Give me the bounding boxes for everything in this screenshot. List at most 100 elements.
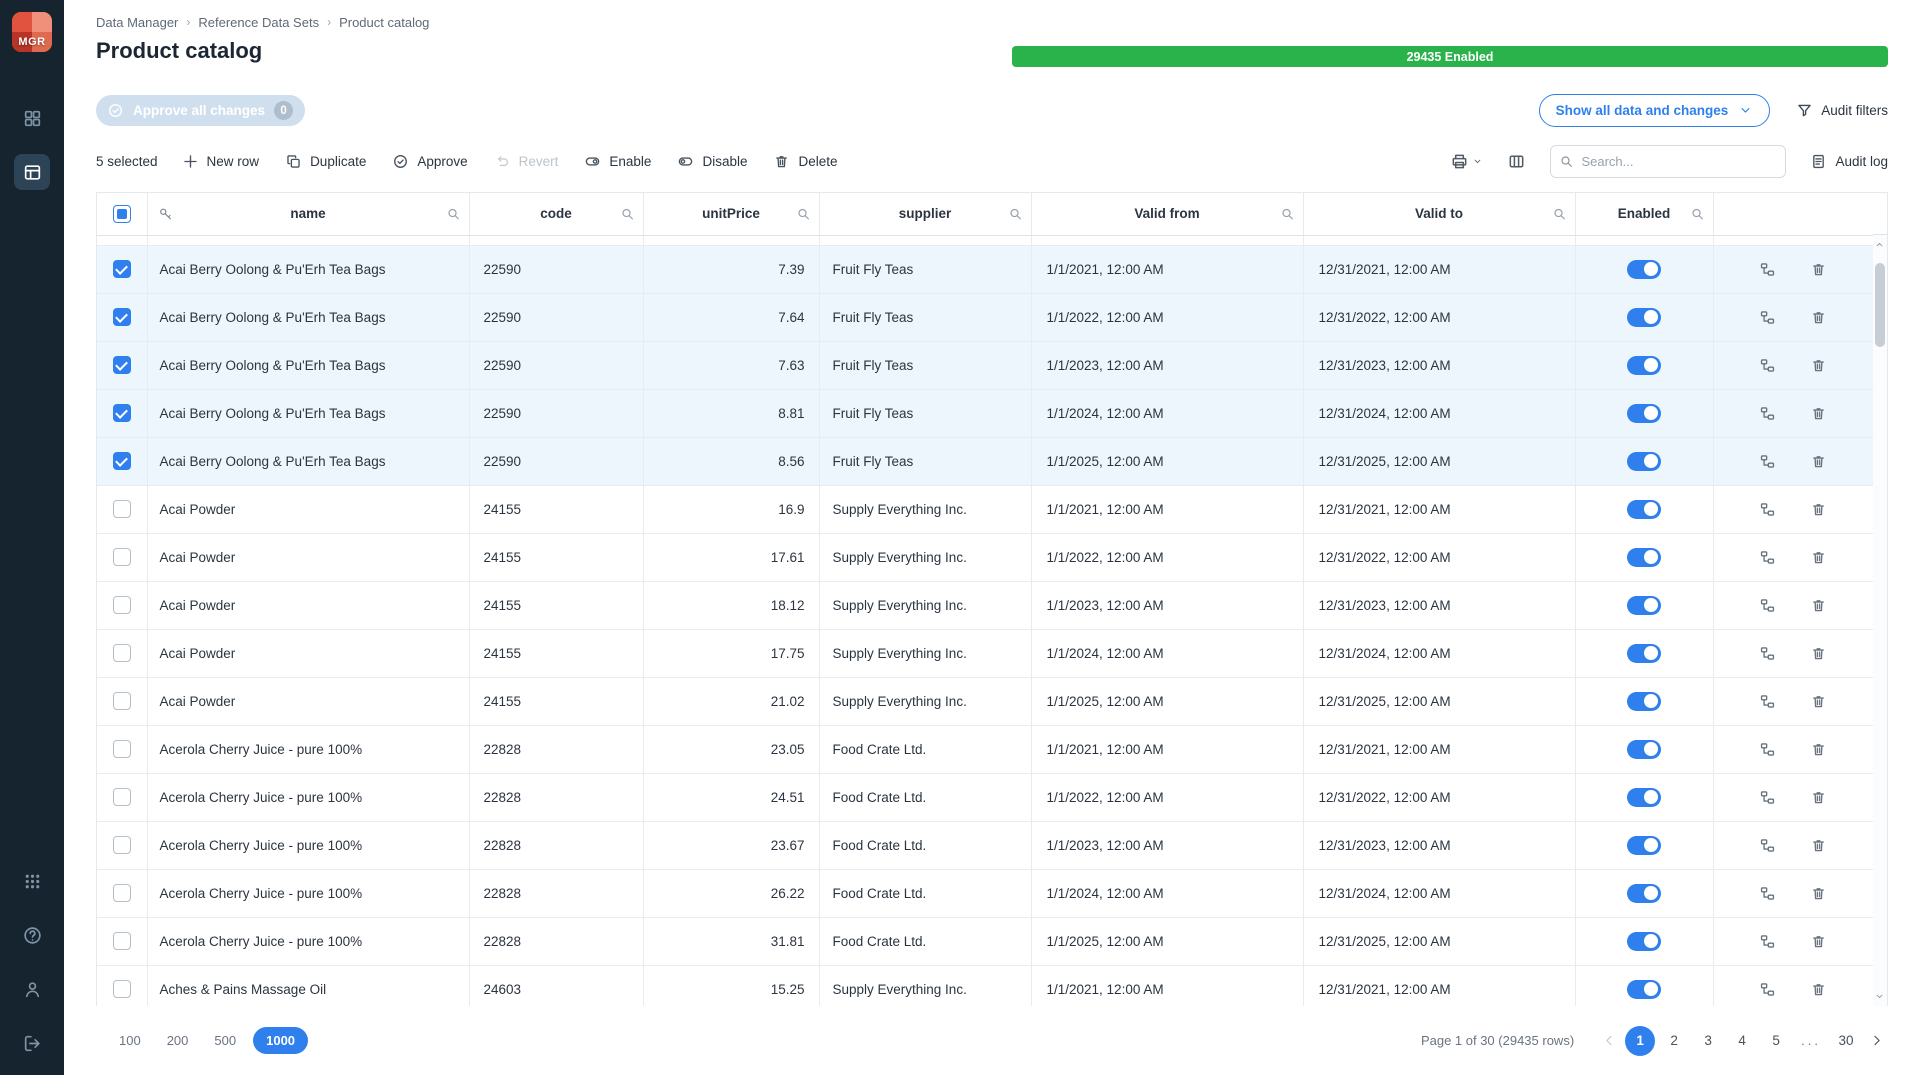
sidebar-item-datasets[interactable]	[14, 100, 50, 136]
table-row[interactable]: Acai Powder 24155 17.61 Supply Everythin…	[97, 533, 1873, 581]
column-header-valid-to[interactable]: Valid to	[1303, 193, 1575, 235]
sidebar-item-apps[interactable]	[20, 869, 44, 893]
table-row[interactable]: Acai Powder 24155 16.9 Supply Everything…	[97, 485, 1873, 533]
enabled-toggle[interactable]	[1627, 596, 1661, 615]
page-button-1[interactable]: 1	[1625, 1026, 1655, 1056]
table-row[interactable]: Acerola Cherry Juice - pure 100% 22828 2…	[97, 821, 1873, 869]
columns-button[interactable]	[1507, 152, 1526, 171]
row-checkbox[interactable]	[113, 260, 131, 278]
column-header-unitPrice[interactable]: unitPrice	[643, 193, 819, 235]
table-row[interactable]: Acerola Cherry Juice - pure 100% 22828 3…	[97, 917, 1873, 965]
table-row[interactable]: Acai Berry Oolong & Pu'Erh Tea Bags 2259…	[97, 245, 1873, 293]
row-checkbox[interactable]	[113, 356, 131, 374]
prev-page-button[interactable]	[1598, 1029, 1621, 1052]
row-reference-icon[interactable]	[1759, 741, 1776, 758]
enabled-toggle[interactable]	[1627, 836, 1661, 855]
row-checkbox[interactable]	[113, 932, 131, 950]
enabled-toggle[interactable]	[1627, 932, 1661, 951]
enabled-toggle[interactable]	[1627, 884, 1661, 903]
row-reference-icon[interactable]	[1759, 693, 1776, 710]
row-checkbox[interactable]	[113, 740, 131, 758]
row-delete-icon[interactable]	[1810, 789, 1827, 806]
duplicate-button[interactable]: Duplicate	[285, 153, 366, 170]
enabled-toggle[interactable]	[1627, 788, 1661, 807]
column-search-icon[interactable]	[1690, 206, 1705, 221]
row-checkbox[interactable]	[113, 596, 131, 614]
row-delete-icon[interactable]	[1810, 405, 1827, 422]
enabled-toggle[interactable]	[1627, 980, 1661, 999]
row-checkbox[interactable]	[113, 836, 131, 854]
table-row[interactable]: Acerola Cherry Juice - pure 100% 22828 2…	[97, 869, 1873, 917]
row-checkbox[interactable]	[113, 692, 131, 710]
row-delete-icon[interactable]	[1810, 501, 1827, 518]
column-search-icon[interactable]	[620, 206, 635, 221]
app-logo[interactable]: MGR	[12, 12, 52, 52]
row-delete-icon[interactable]	[1810, 645, 1827, 662]
row-reference-icon[interactable]	[1759, 981, 1776, 998]
table-row[interactable]: Acai Powder 24155 17.75 Supply Everythin…	[97, 629, 1873, 677]
row-checkbox[interactable]	[113, 452, 131, 470]
enabled-toggle[interactable]	[1627, 308, 1661, 327]
show-all-data-button[interactable]: Show all data and changes	[1539, 94, 1771, 127]
page-button-30[interactable]: 30	[1831, 1026, 1861, 1056]
table-row[interactable]: Acerola Cherry Juice - pure 100% 22828 2…	[97, 773, 1873, 821]
audit-filters-button[interactable]: Audit filters	[1796, 102, 1888, 119]
enabled-toggle[interactable]	[1627, 452, 1661, 471]
page-size-500[interactable]: 500	[205, 1028, 245, 1053]
row-reference-icon[interactable]	[1759, 933, 1776, 950]
delete-button[interactable]: Delete	[773, 153, 837, 170]
page-button-2[interactable]: 2	[1659, 1026, 1689, 1056]
column-header-valid-from[interactable]: Valid from	[1031, 193, 1303, 235]
row-reference-icon[interactable]	[1759, 405, 1776, 422]
table-row[interactable]: Acai Berry Oolong & Pu'Erh Tea Bags 2259…	[97, 389, 1873, 437]
table-row[interactable]: Acai Berry Oolong & Pu'Erh Tea Bags 2259…	[97, 341, 1873, 389]
enabled-toggle[interactable]	[1627, 356, 1661, 375]
page-size-1000[interactable]: 1000	[253, 1027, 308, 1054]
column-header-enabled[interactable]: Enabled	[1575, 193, 1713, 235]
scrollbar-thumb[interactable]	[1875, 263, 1885, 347]
row-delete-icon[interactable]	[1810, 261, 1827, 278]
column-search-icon[interactable]	[796, 206, 811, 221]
enabled-toggle[interactable]	[1627, 548, 1661, 567]
audit-log-button[interactable]: Audit log	[1810, 153, 1888, 170]
sidebar-item-help[interactable]	[20, 923, 44, 947]
row-checkbox[interactable]	[113, 644, 131, 662]
row-reference-icon[interactable]	[1759, 597, 1776, 614]
column-header-supplier[interactable]: supplier	[819, 193, 1031, 235]
enabled-toggle[interactable]	[1627, 260, 1661, 279]
table-row[interactable]: Acai Powder 24155 21.02 Supply Everythin…	[97, 677, 1873, 725]
page-button-5[interactable]: 5	[1761, 1026, 1791, 1056]
row-delete-icon[interactable]	[1810, 981, 1827, 998]
new-row-button[interactable]: New row	[182, 153, 260, 170]
row-delete-icon[interactable]	[1810, 453, 1827, 470]
row-reference-icon[interactable]	[1759, 837, 1776, 854]
row-delete-icon[interactable]	[1810, 741, 1827, 758]
enabled-toggle[interactable]	[1627, 692, 1661, 711]
enabled-toggle[interactable]	[1627, 500, 1661, 519]
revert-button[interactable]: Revert	[494, 153, 559, 170]
row-delete-icon[interactable]	[1810, 357, 1827, 374]
row-reference-icon[interactable]	[1759, 357, 1776, 374]
enabled-toggle[interactable]	[1627, 644, 1661, 663]
column-header-name[interactable]: name	[147, 193, 469, 235]
row-checkbox[interactable]	[113, 308, 131, 326]
table-row[interactable]: Acerola Cherry Juice - pure 100% 22828 2…	[97, 725, 1873, 773]
page-size-200[interactable]: 200	[158, 1028, 198, 1053]
page-button-3[interactable]: 3	[1693, 1026, 1723, 1056]
enabled-toggle[interactable]	[1627, 740, 1661, 759]
row-reference-icon[interactable]	[1759, 501, 1776, 518]
table-row[interactable]: Aches & Pains Massage Oil 24603 15.25 Su…	[97, 965, 1873, 1006]
approve-button[interactable]: Approve	[392, 153, 467, 170]
table-row[interactable]: Acai Powder 24155 18.12 Supply Everythin…	[97, 581, 1873, 629]
row-reference-icon[interactable]	[1759, 309, 1776, 326]
row-checkbox[interactable]	[113, 980, 131, 998]
sidebar-item-user[interactable]	[20, 977, 44, 1001]
row-reference-icon[interactable]	[1759, 261, 1776, 278]
scrollbar-up-arrow[interactable]	[1874, 239, 1885, 250]
row-delete-icon[interactable]	[1810, 693, 1827, 710]
row-delete-icon[interactable]	[1810, 309, 1827, 326]
enable-button[interactable]: Enable	[584, 153, 651, 170]
row-delete-icon[interactable]	[1810, 933, 1827, 950]
table-row[interactable]: Acai Berry Oolong & Pu'Erh Tea Bags 2259…	[97, 437, 1873, 485]
row-reference-icon[interactable]	[1759, 789, 1776, 806]
